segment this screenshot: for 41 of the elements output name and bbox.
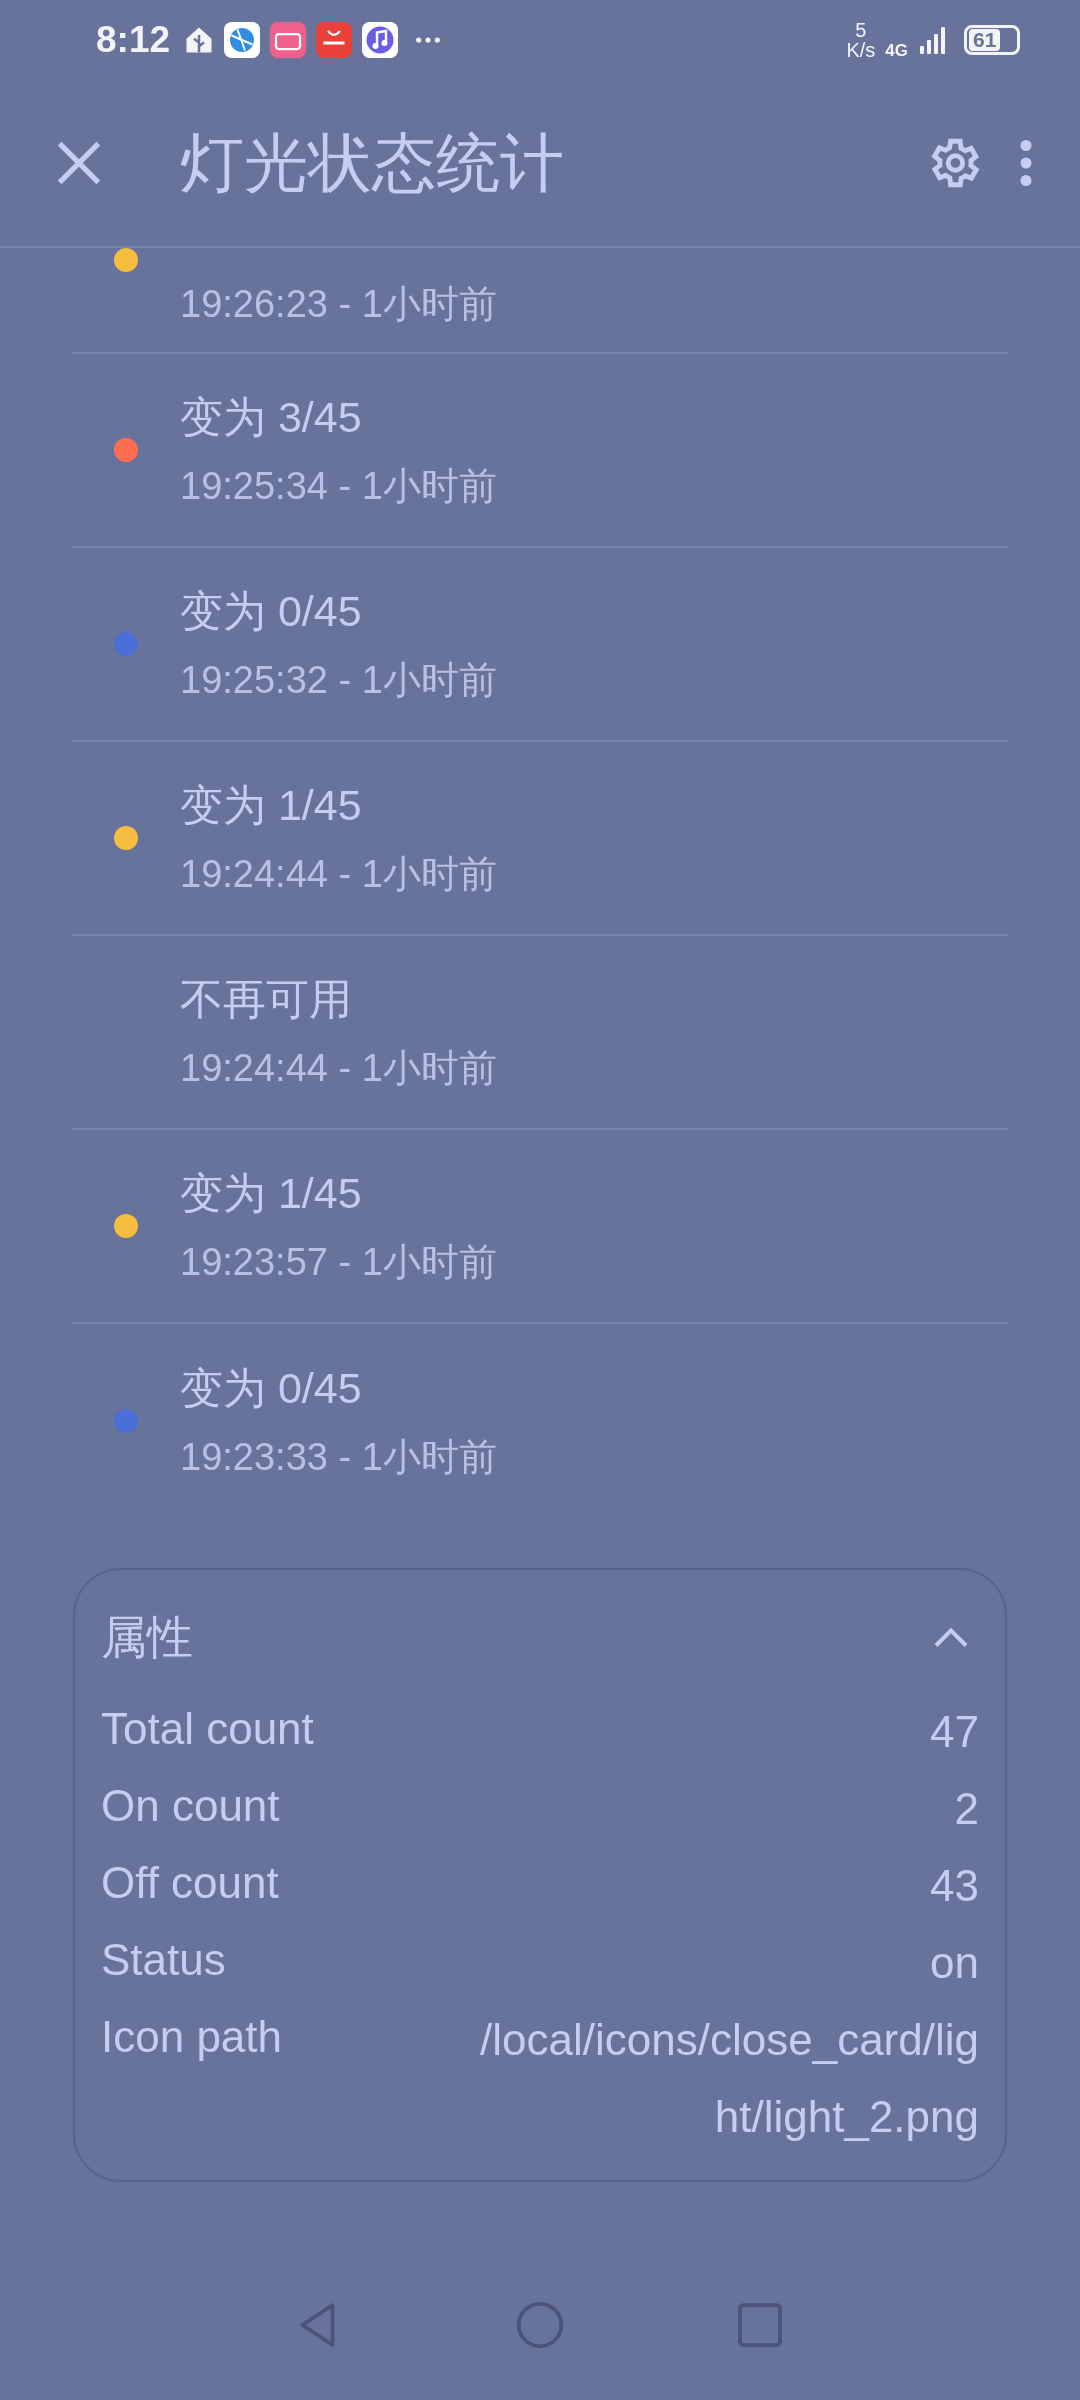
attribute-value: 47 bbox=[930, 1706, 979, 1758]
page-title: 灯光状态统计 bbox=[180, 125, 565, 201]
timestamp: 19:23:57 - 1小时前 bbox=[180, 1239, 497, 1285]
network-speed-unit: K/s bbox=[846, 40, 876, 60]
state-change-title: 不再可用 bbox=[180, 973, 353, 1025]
app-icon bbox=[224, 22, 261, 58]
clock-time: 8:12 bbox=[96, 19, 171, 61]
attribute-name: Status bbox=[101, 1935, 227, 1986]
more-icon bbox=[1020, 139, 1032, 187]
timestamp: 19:24:44 - 1小时前 bbox=[180, 1045, 497, 1091]
recents-icon[interactable] bbox=[735, 2300, 785, 2350]
attribute-name: Total count bbox=[101, 1704, 314, 1755]
timestamp: 19:26:23 - 1小时前 bbox=[180, 282, 497, 327]
timestamp: 19:25:34 - 1小时前 bbox=[180, 463, 497, 509]
timestamp: 19:24:44 - 1小时前 bbox=[180, 851, 497, 897]
chevron-up-icon bbox=[933, 1627, 969, 1649]
more-notifications-icon bbox=[414, 35, 443, 45]
attribute-name: On count bbox=[101, 1781, 281, 1832]
attribute-value: 2 bbox=[954, 1783, 979, 1835]
attribute-value: /local/icons/close_card/light/light_2.png bbox=[479, 2014, 979, 2143]
attribute-name: Icon path bbox=[101, 2012, 284, 2063]
attribute-name: Off count bbox=[101, 1858, 280, 1909]
app-icon bbox=[316, 22, 353, 58]
signal-icon bbox=[918, 25, 948, 55]
home-icon[interactable] bbox=[515, 2300, 565, 2350]
network-speed: 5 bbox=[855, 20, 867, 40]
state-change-title: 变为 1/45 bbox=[180, 1167, 363, 1219]
timestamp: 19:25:32 - 1小时前 bbox=[180, 657, 497, 703]
attribute-value: on bbox=[930, 1937, 979, 1989]
app-icon bbox=[270, 22, 307, 58]
state-change-title: 变为 0/45 bbox=[180, 1362, 363, 1414]
state-change-title: 变为 0/45 bbox=[180, 585, 363, 637]
state-change-title: 变为 3/45 bbox=[180, 391, 363, 443]
card-title: 属性 bbox=[101, 1610, 193, 1665]
network-type: 4G bbox=[885, 41, 908, 61]
timestamp: 19:23:33 - 1小时前 bbox=[180, 1434, 497, 1480]
state-change-title: 变为 1/45 bbox=[180, 779, 363, 831]
music-icon bbox=[362, 22, 399, 58]
attribute-value: 43 bbox=[930, 1860, 979, 1912]
house-icon bbox=[184, 25, 215, 55]
battery-indicator: 61 bbox=[964, 25, 1020, 55]
